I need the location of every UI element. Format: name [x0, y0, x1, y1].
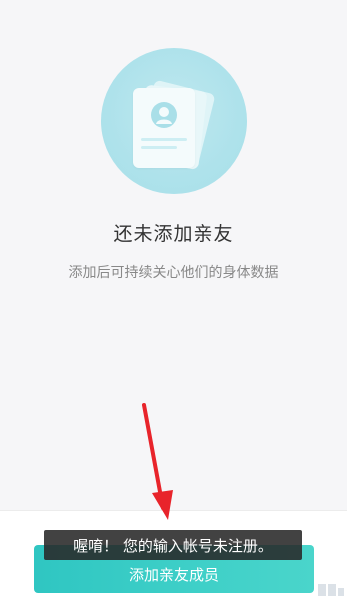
avatar-icon [151, 102, 177, 128]
empty-state-title: 还未添加亲友 [113, 223, 234, 245]
card-line [141, 146, 177, 149]
card-line [141, 138, 187, 141]
empty-illustration [101, 48, 247, 194]
empty-state-subtitle: 添加后可持续关心他们的身体数据 [68, 265, 279, 281]
watermark-icon [318, 584, 344, 596]
toast-message: 喔唷！ 您的输入帐号未注册。 [44, 530, 302, 560]
contact-cards-icon [133, 88, 195, 168]
add-family-member-label: 添加亲友成员 [128, 566, 219, 584]
